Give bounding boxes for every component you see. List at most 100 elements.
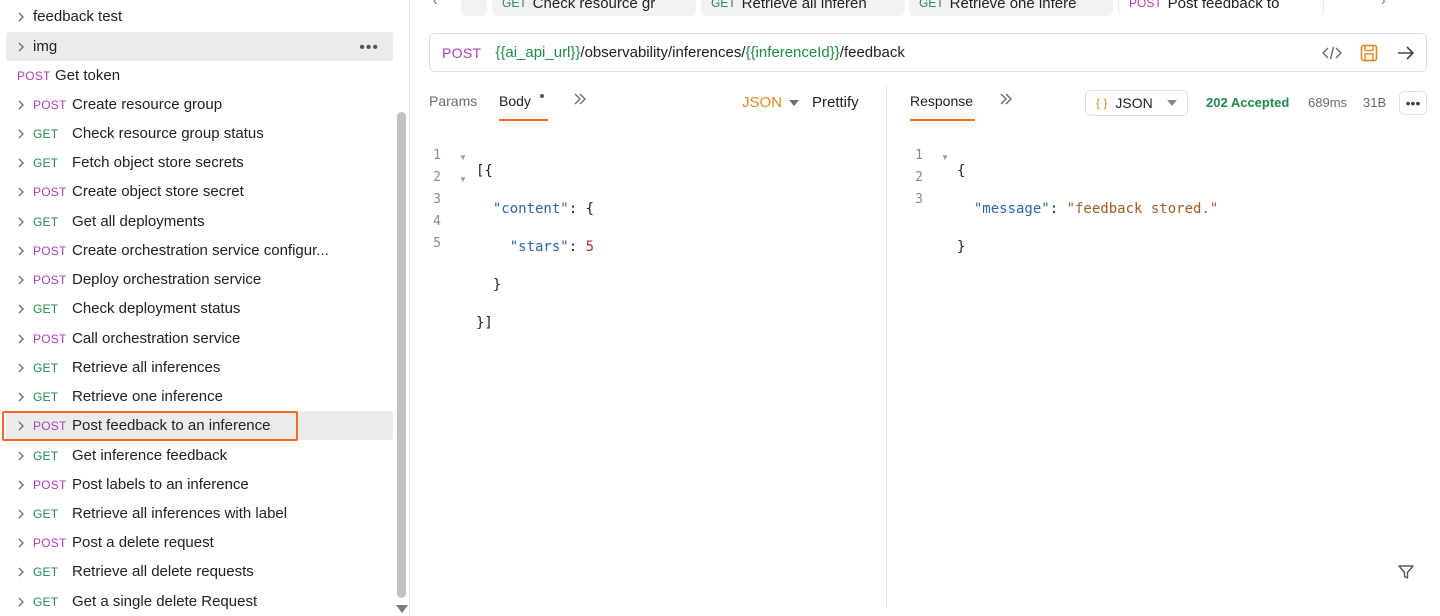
pane-divider[interactable] — [886, 86, 887, 608]
sidebar-request-item[interactable]: GET Get all deployments — [6, 207, 393, 236]
request-body-editor[interactable]: [{ "content": { "stars": 5 } }] — [476, 147, 594, 353]
method-badge: GET — [33, 301, 59, 316]
tab-scroll-right-icon[interactable]: › — [1381, 0, 1386, 8]
chevron-right-icon[interactable] — [14, 98, 28, 112]
method-badge: GET — [33, 594, 59, 609]
sidebar-request-item[interactable]: GET Retrieve all inferences with label — [6, 499, 393, 528]
tab-retrieve-one-inference[interactable]: GET Retrieve one infere — [909, 0, 1113, 16]
tab-params[interactable]: Params — [429, 93, 477, 109]
filter-icon[interactable] — [1397, 563, 1415, 585]
tab-retrieve-all-inferences[interactable]: GET Retrieve all inferen — [701, 0, 905, 16]
chevron-right-icon[interactable] — [14, 273, 28, 287]
chevron-right-icon[interactable] — [14, 244, 28, 258]
sidebar-request-item[interactable]: GET Get inference feedback — [6, 441, 393, 470]
response-time[interactable]: 689ms — [1308, 95, 1347, 110]
sidebar-request-item[interactable]: GET Retrieve all delete requests — [6, 557, 393, 586]
code-icon[interactable] — [1322, 43, 1342, 63]
sidebar-request-item[interactable]: POST Create resource group — [6, 90, 393, 119]
send-arrow-icon[interactable] — [1396, 43, 1416, 63]
request-label: Check deployment status — [72, 300, 241, 317]
chevron-right-icon[interactable] — [14, 536, 28, 550]
chevron-right-icon[interactable] — [14, 215, 28, 229]
chevron-right-icon[interactable] — [14, 127, 28, 141]
method-badge: POST — [33, 184, 67, 199]
sidebar-scrollbar[interactable] — [397, 112, 406, 598]
method-badge: POST — [33, 331, 67, 346]
save-icon[interactable] — [1359, 43, 1379, 63]
sidebar-request-item[interactable]: POST Call orchestration service — [6, 324, 393, 353]
sidebar-request-item[interactable]: GET Check resource group status — [6, 119, 393, 148]
folder-img[interactable]: img ••• — [6, 32, 393, 61]
caret-down-icon[interactable] — [789, 100, 799, 106]
method-badge: GET — [33, 564, 59, 579]
chevron-right-icon[interactable] — [14, 185, 28, 199]
tab-response[interactable]: Response — [910, 93, 973, 109]
line-number: 2 — [433, 170, 441, 185]
sidebar-request-item[interactable]: POST Create object store secret — [6, 177, 393, 206]
fold-toggle-icon[interactable]: ▼ — [459, 175, 467, 184]
folder-feedback-test[interactable]: feedback test — [6, 2, 393, 31]
line-number: 1 — [915, 148, 923, 163]
request-label: Get a single delete Request — [72, 593, 258, 610]
sidebar-request-item[interactable]: GET Fetch object store secrets — [6, 148, 393, 177]
folder-label: img — [33, 38, 58, 55]
fold-toggle-icon[interactable]: ▼ — [459, 153, 467, 162]
tab-post-feedback[interactable]: POST Post feedback to — [1118, 0, 1324, 16]
tab-method: GET — [711, 0, 736, 10]
url-input[interactable]: {{ai_api_url}}/observability/inferences/… — [495, 44, 905, 61]
chevron-right-icon[interactable] — [14, 595, 28, 609]
chevron-right-icon[interactable] — [14, 302, 28, 316]
request-label: Post labels to an inference — [72, 476, 249, 493]
more-tabs-icon[interactable] — [572, 91, 588, 111]
status-badge[interactable]: 202 Accepted — [1206, 95, 1289, 110]
url-method[interactable]: POST — [442, 45, 481, 61]
url-path: /observability/inferences/ — [580, 44, 746, 61]
chevron-right-icon[interactable] — [14, 40, 28, 54]
response-body-viewer[interactable]: { "message": "feedback stored." } — [957, 147, 1218, 277]
sidebar-request-item[interactable]: POST Post labels to an inference — [6, 470, 393, 499]
response-size[interactable]: 31B — [1363, 95, 1386, 110]
chevron-right-icon[interactable] — [14, 449, 28, 463]
chevron-right-icon[interactable] — [14, 565, 28, 579]
request-get-token[interactable]: POST Get token — [6, 61, 393, 90]
fold-toggle-icon[interactable]: ▼ — [941, 153, 949, 162]
chevron-right-icon[interactable] — [14, 332, 28, 346]
chevron-right-icon[interactable] — [14, 419, 28, 433]
chevron-right-icon[interactable] — [14, 361, 28, 375]
request-tabs: ‹ GET Check resource gr GET Retrieve all… — [411, 0, 1440, 18]
sidebar-request-item[interactable]: POST Create orchestration service configu… — [6, 236, 393, 265]
method-badge: GET — [33, 360, 59, 375]
tab-scroll-left-icon[interactable]: ‹ — [433, 0, 438, 8]
sidebar-request-item[interactable]: GET Check deployment status — [6, 294, 393, 323]
sidebar-request-item[interactable]: GET Retrieve all inferences — [6, 353, 393, 382]
body-format-select[interactable]: JSON — [742, 94, 782, 111]
chevron-right-icon[interactable] — [14, 156, 28, 170]
sidebar-request-item[interactable]: GET Retrieve one inference — [6, 382, 393, 411]
chevron-right-icon[interactable] — [14, 390, 28, 404]
response-format-select[interactable]: { } JSON — [1085, 90, 1188, 116]
tab-label: Retrieve all inferen — [741, 0, 867, 12]
method-badge: POST — [33, 97, 67, 112]
sidebar-request-item[interactable]: GET Get a single delete Request — [6, 587, 393, 616]
chevron-right-icon[interactable] — [14, 10, 28, 24]
tab-overflow[interactable] — [461, 0, 487, 16]
tab-check-resource-group[interactable]: GET Check resource gr — [492, 0, 696, 16]
prettify-button[interactable]: Prettify — [812, 94, 859, 111]
method-badge: GET — [33, 506, 59, 521]
chevron-right-icon[interactable] — [14, 478, 28, 492]
tab-body[interactable]: Body — [499, 93, 531, 109]
more-tabs-icon[interactable] — [998, 91, 1014, 111]
tab-label: Post feedback to — [1167, 0, 1280, 12]
scroll-down-arrow-icon[interactable] — [396, 605, 408, 613]
sidebar-request-item[interactable]: POST Post feedback to an inference — [6, 411, 393, 440]
request-label: Retrieve one inference — [72, 388, 223, 405]
request-label: Post feedback to an inference — [72, 417, 271, 434]
sidebar-request-item[interactable]: POST Deploy orchestration service — [6, 265, 393, 294]
url-bar[interactable]: POST {{ai_api_url}}/observability/infere… — [429, 33, 1427, 72]
line-number: 1 — [433, 148, 441, 163]
tab-response-underline — [910, 119, 975, 121]
chevron-right-icon[interactable] — [14, 507, 28, 521]
more-options-icon[interactable]: ••• — [359, 39, 379, 57]
sidebar-request-item[interactable]: POST Post a delete request — [6, 528, 393, 557]
response-more-button[interactable]: ••• — [1399, 91, 1427, 115]
